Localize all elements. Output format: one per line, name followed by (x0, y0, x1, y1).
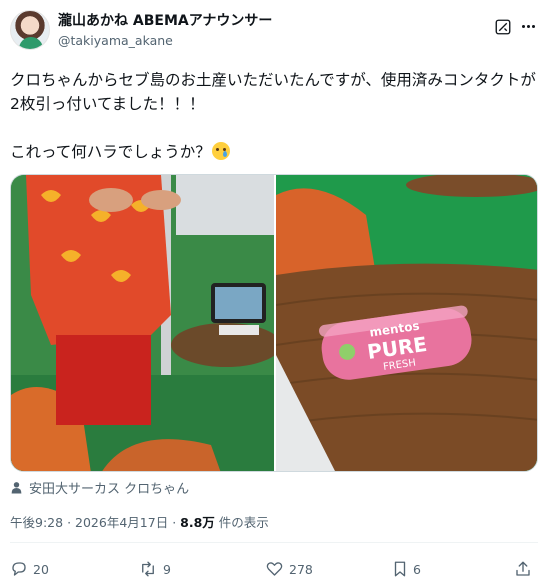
tweet-text: クロちゃんからセブ島のお土産いただいたんですが、使用済みコンタクトが2枚引っ付い… (10, 68, 540, 164)
media-grid: mentos PURE FRESH (10, 174, 538, 472)
tweet-line-2: これって何ハラでしょうか？ (10, 143, 211, 161)
author-names: 瀧山あかね ABEMAアナウンサー @takiyama_akane (58, 12, 272, 50)
like-button[interactable]: 278 (265, 556, 313, 582)
tweet-header: 瀧山あかね ABEMAアナウンサー @takiyama_akane (10, 10, 538, 56)
tweet-line-1: クロちゃんからセブ島のお土産いただいたんですが、使用済みコンタクトが2枚引っ付い… (10, 71, 536, 113)
grok-icon[interactable] (494, 18, 512, 36)
bookmark-icon (394, 561, 406, 577)
photo-left[interactable] (11, 175, 274, 471)
divider (10, 542, 538, 543)
avatar[interactable] (10, 10, 50, 50)
like-count: 278 (289, 561, 313, 577)
crying-face-icon (211, 142, 230, 160)
tagged-label: 安田大サーカス クロちゃん (29, 481, 190, 497)
view-count: 8.8万 (180, 515, 215, 530)
handle[interactable]: @takiyama_akane (58, 32, 272, 50)
bookmark-count: 6 (413, 561, 421, 577)
share-button[interactable] (514, 556, 532, 582)
person-icon (11, 481, 22, 493)
tweet-time[interactable]: 午後9:28 (10, 515, 63, 530)
action-bar: 20 9 278 6 (10, 556, 538, 582)
tweet-date[interactable]: 2026年4月17日 (75, 515, 168, 530)
reply-button[interactable]: 20 (10, 556, 49, 582)
tweet-meta: 午後9:28 · 2026年4月17日 · 8.8万 件の表示 (10, 512, 269, 531)
tagged-people[interactable]: 安田大サーカス クロちゃん (10, 478, 190, 497)
repost-button[interactable]: 9 (138, 556, 171, 582)
more-icon[interactable] (518, 16, 538, 36)
meta-separator-2: · (172, 515, 177, 530)
like-icon (266, 562, 283, 576)
photo-left-scene (11, 175, 274, 471)
repost-count: 9 (163, 561, 171, 577)
share-icon (516, 561, 530, 576)
reply-icon (12, 562, 26, 576)
photo-right[interactable]: mentos PURE FRESH (276, 175, 537, 471)
meta-separator: · (67, 515, 72, 530)
view-suffix: 件の表示 (218, 515, 269, 530)
photo-right-scene: mentos PURE FRESH (276, 175, 537, 471)
reply-count: 20 (33, 561, 49, 577)
display-name[interactable]: 瀧山あかね ABEMAアナウンサー (58, 12, 272, 30)
repost-icon (142, 561, 154, 577)
bookmark-button[interactable]: 6 (392, 556, 421, 582)
